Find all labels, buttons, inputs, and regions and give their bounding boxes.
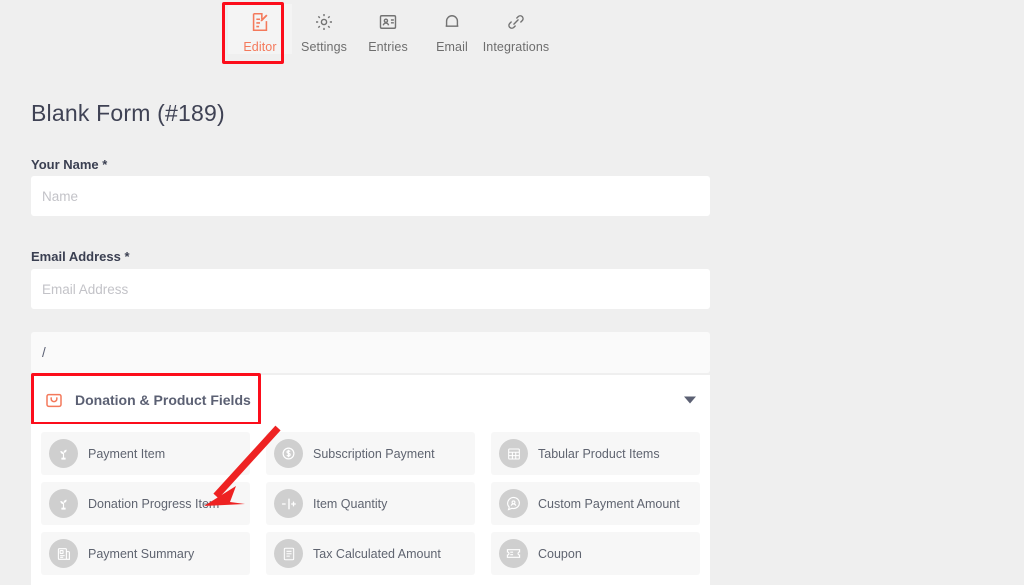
field-tile-label: Coupon (538, 547, 582, 561)
tab-email-label: Email (436, 40, 468, 54)
field-tile-label: Subscription Payment (313, 447, 435, 461)
field-tiles-panel: Payment Item Subscription Payment (31, 424, 710, 585)
link-chain-icon (506, 10, 526, 34)
gear-icon (314, 10, 334, 34)
donation-progress-icon (49, 489, 78, 518)
form-builder-screen: Editor Settings (0, 0, 1024, 585)
chevron-down-icon[interactable] (684, 396, 696, 403)
custom-amount-icon (499, 489, 528, 518)
subscription-dollar-icon (274, 439, 303, 468)
donation-product-fields-accordion[interactable]: Donation & Product Fields (31, 375, 710, 424)
tab-settings[interactable]: Settings (292, 4, 356, 54)
field-tile-tabular-product-items[interactable]: Tabular Product Items (491, 432, 700, 475)
quantity-stepper-icon (274, 489, 303, 518)
field-tile-payment-summary[interactable]: Payment Summary (41, 532, 250, 575)
coupon-ticket-icon (499, 539, 528, 568)
field-tile-label: Donation Progress Item (88, 497, 219, 511)
main-nav-tabs: Editor Settings (228, 4, 548, 54)
field-tile-payment-item[interactable]: Payment Item (41, 432, 250, 475)
field-tile-donation-progress-item[interactable]: Donation Progress Item (41, 482, 250, 525)
field-tile-coupon[interactable]: Coupon (491, 532, 700, 575)
editor-pencil-doc-icon (249, 10, 271, 34)
right-gutter (710, 0, 1024, 585)
field-tile-label: Tax Calculated Amount (313, 547, 441, 561)
field-search-input[interactable] (31, 332, 710, 373)
email-address-label: Email Address * (31, 249, 130, 264)
accordion-title: Donation & Product Fields (75, 392, 251, 408)
tab-editor-label: Editor (243, 40, 276, 54)
field-tile-label: Item Quantity (313, 497, 387, 511)
tab-settings-label: Settings (301, 40, 347, 54)
field-tiles-grid: Payment Item Subscription Payment (31, 424, 710, 575)
your-name-label: Your Name * (31, 157, 107, 172)
tab-entries[interactable]: Entries (356, 4, 420, 54)
payment-summary-icon (49, 539, 78, 568)
field-tile-item-quantity[interactable]: Item Quantity (266, 482, 475, 525)
field-tile-label: Payment Item (88, 447, 165, 461)
your-name-input[interactable] (31, 176, 710, 216)
tax-document-icon (274, 539, 303, 568)
bell-icon (442, 10, 462, 34)
field-tile-subscription-payment[interactable]: Subscription Payment (266, 432, 475, 475)
email-address-input[interactable] (31, 269, 710, 309)
field-tile-tax-calculated-amount[interactable]: Tax Calculated Amount (266, 532, 475, 575)
shopping-bag-icon (44, 390, 64, 410)
payment-item-icon (49, 439, 78, 468)
field-tile-label: Tabular Product Items (538, 447, 660, 461)
entries-card-icon (378, 10, 398, 34)
field-tile-label: Custom Payment Amount (538, 497, 680, 511)
tab-editor[interactable]: Editor (228, 4, 292, 54)
page-title: Blank Form (#189) (31, 100, 225, 127)
tab-email[interactable]: Email (420, 4, 484, 54)
tab-integrations[interactable]: Integrations (484, 4, 548, 54)
tab-integrations-label: Integrations (483, 40, 550, 54)
field-tile-custom-payment-amount[interactable]: Custom Payment Amount (491, 482, 700, 525)
table-grid-icon (499, 439, 528, 468)
field-tile-label: Payment Summary (88, 547, 194, 561)
tab-entries-label: Entries (368, 40, 408, 54)
